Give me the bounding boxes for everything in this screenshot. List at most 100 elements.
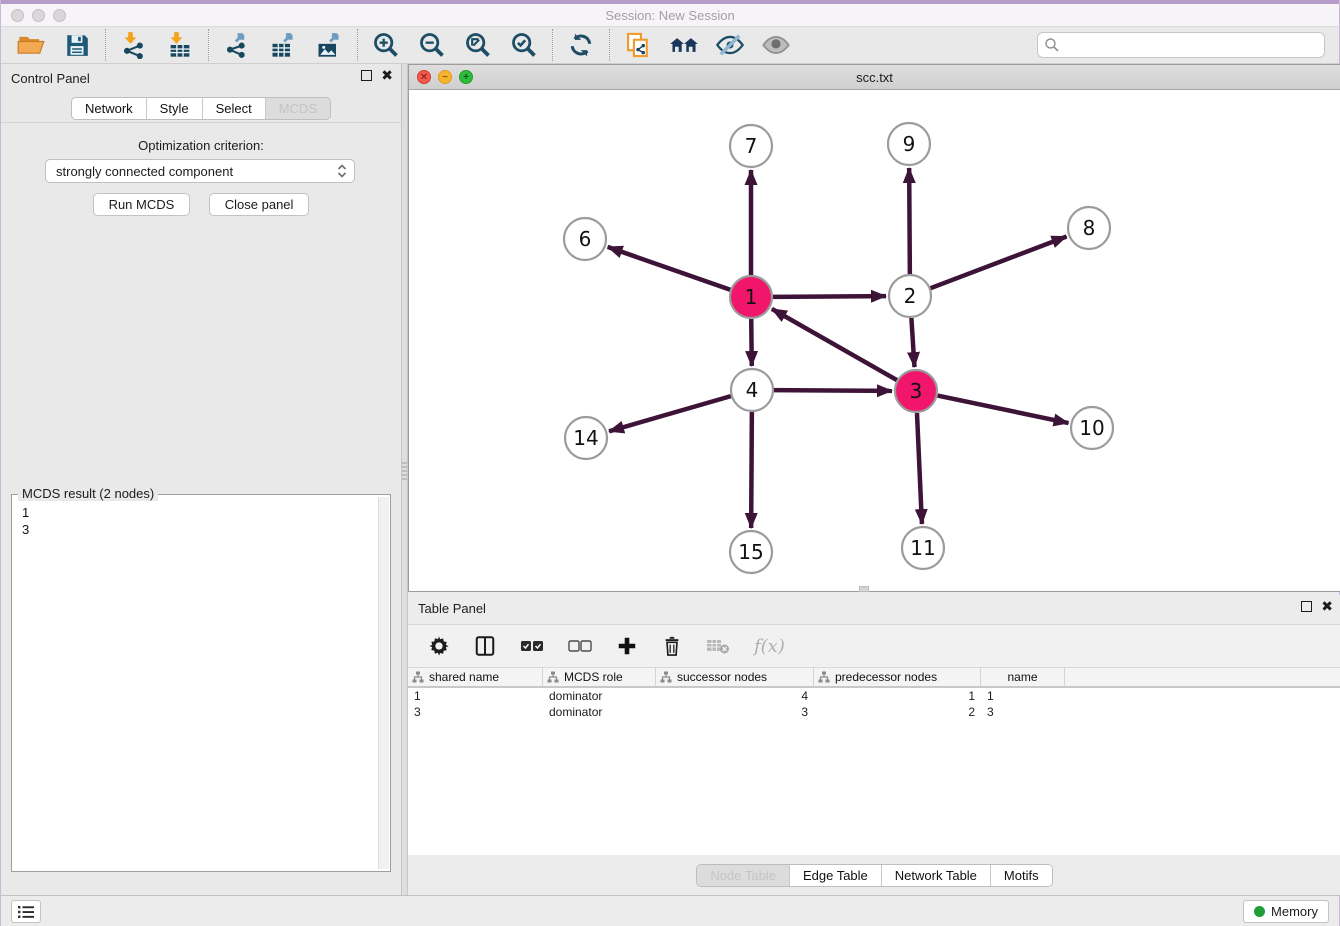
tab-motifs[interactable]: Motifs xyxy=(990,865,1052,886)
task-history-button[interactable] xyxy=(11,900,41,923)
delete-column-button[interactable] xyxy=(662,635,682,657)
zoom-selected-button[interactable] xyxy=(508,29,540,61)
graph-edge[interactable] xyxy=(608,247,731,290)
table-row[interactable]: 1 dominator 4 1 1 xyxy=(408,688,1340,704)
splitter-grip[interactable] xyxy=(402,462,407,480)
open-session-button[interactable] xyxy=(15,29,47,61)
graph-edge[interactable] xyxy=(772,309,897,380)
import-network-button[interactable] xyxy=(118,29,150,61)
float-table-panel-icon[interactable] xyxy=(1301,601,1312,612)
float-panel-icon[interactable] xyxy=(361,70,372,81)
graph-edge[interactable] xyxy=(773,296,886,297)
zoom-out-button[interactable] xyxy=(416,29,448,61)
zoom-fit-button[interactable] xyxy=(462,29,494,61)
graph-edge[interactable] xyxy=(931,237,1067,289)
houses-icon xyxy=(669,31,699,59)
criterion-select[interactable]: strongly connected component xyxy=(45,159,355,183)
graph-edge[interactable] xyxy=(909,168,910,274)
export-table-button[interactable] xyxy=(267,29,299,61)
cell-predecessor-nodes[interactable]: 1 xyxy=(814,688,981,704)
zoom-selected-icon xyxy=(510,31,538,59)
save-session-button[interactable] xyxy=(61,29,93,61)
show-all-button[interactable] xyxy=(760,29,792,61)
column-header-successor-nodes[interactable]: successor nodes xyxy=(656,668,814,686)
panel-splitter[interactable] xyxy=(401,64,408,895)
export-network-button[interactable] xyxy=(221,29,253,61)
cell-predecessor-nodes[interactable]: 2 xyxy=(814,704,981,720)
cell-mcds-role[interactable]: dominator xyxy=(543,688,656,704)
graph-node-7[interactable]: 7 xyxy=(730,125,772,167)
svg-text:2: 2 xyxy=(904,284,917,308)
tab-select[interactable]: Select xyxy=(202,98,265,119)
show-columns-button[interactable] xyxy=(474,635,496,657)
close-table-panel-icon[interactable]: ✖ xyxy=(1321,601,1333,612)
clone-network-icon xyxy=(624,31,652,59)
close-panel-icon[interactable]: ✖ xyxy=(381,70,393,81)
table-settings-button[interactable] xyxy=(428,635,450,657)
close-panel-button[interactable]: Close panel xyxy=(209,193,310,216)
delete-table-button[interactable] xyxy=(706,637,730,655)
function-builder-button[interactable]: f(x) xyxy=(754,636,785,657)
control-panel-title: Control Panel xyxy=(11,71,90,86)
graph-node-11[interactable]: 11 xyxy=(902,527,944,569)
deselect-all-columns-button[interactable] xyxy=(568,638,592,654)
memory-button[interactable]: Memory xyxy=(1243,900,1329,923)
graph-node-10[interactable]: 10 xyxy=(1071,407,1113,449)
run-mcds-button[interactable]: Run MCDS xyxy=(93,193,191,216)
column-header-mcds-role[interactable]: MCDS role xyxy=(543,668,656,686)
graph-node-3[interactable]: 3 xyxy=(895,370,937,412)
canvas-bottom-grip[interactable] xyxy=(859,586,869,592)
export-image-button[interactable] xyxy=(313,29,345,61)
result-scrollbar[interactable] xyxy=(378,497,389,869)
column-header-name[interactable]: name xyxy=(981,668,1065,686)
graph-node-8[interactable]: 8 xyxy=(1068,207,1110,249)
export-image-icon xyxy=(315,31,343,59)
graph-edge[interactable] xyxy=(911,318,914,367)
graph-node-1[interactable]: 1 xyxy=(730,276,772,318)
graph-edge[interactable] xyxy=(751,319,752,366)
graph-edge[interactable] xyxy=(774,390,892,391)
unchecked-checkboxes-icon xyxy=(568,638,592,654)
graph-node-15[interactable]: 15 xyxy=(730,531,772,573)
column-header-shared-name[interactable]: shared name xyxy=(408,668,543,686)
cell-successor-nodes[interactable]: 4 xyxy=(656,688,814,704)
graph-edge[interactable] xyxy=(609,396,731,431)
tab-edge-table[interactable]: Edge Table xyxy=(789,865,881,886)
clone-network-button[interactable] xyxy=(622,29,654,61)
cell-successor-nodes[interactable]: 3 xyxy=(656,704,814,720)
tab-node-table[interactable]: Node Table xyxy=(697,865,789,886)
graph-node-6[interactable]: 6 xyxy=(564,218,606,260)
graph-edge[interactable] xyxy=(751,412,752,528)
cell-shared-name[interactable]: 1 xyxy=(408,688,543,704)
tab-network[interactable]: Network xyxy=(72,98,146,119)
zoom-in-button[interactable] xyxy=(370,29,402,61)
cell-name[interactable]: 3 xyxy=(981,704,1065,720)
table-row[interactable]: 3 dominator 3 2 3 xyxy=(408,704,1340,720)
toolbar-separator xyxy=(552,29,553,61)
hide-selected-button[interactable] xyxy=(714,29,746,61)
mcds-result-list: 1 3 xyxy=(12,498,378,871)
delete-table-icon xyxy=(706,637,730,655)
graph-edge[interactable] xyxy=(917,413,922,524)
tab-mcds[interactable]: MCDS xyxy=(265,98,330,119)
graph-edge[interactable] xyxy=(938,396,1069,424)
graph-node-4[interactable]: 4 xyxy=(731,369,773,411)
import-table-button[interactable] xyxy=(164,29,196,61)
graph-node-9[interactable]: 9 xyxy=(888,123,930,165)
tab-style[interactable]: Style xyxy=(146,98,202,119)
network-canvas[interactable]: 7 9 6 8 1 2 4 3 14 10 15 11 xyxy=(409,90,1340,591)
cell-mcds-role[interactable]: dominator xyxy=(543,704,656,720)
graph-node-2[interactable]: 2 xyxy=(889,275,931,317)
select-all-columns-button[interactable] xyxy=(520,638,544,654)
cell-shared-name[interactable]: 3 xyxy=(408,704,543,720)
search-input[interactable] xyxy=(1037,32,1325,58)
first-neighbors-button[interactable] xyxy=(668,29,700,61)
graph-node-14[interactable]: 14 xyxy=(565,417,607,459)
cell-name[interactable]: 1 xyxy=(981,688,1065,704)
open-folder-icon xyxy=(17,31,45,59)
tab-network-table[interactable]: Network Table xyxy=(881,865,990,886)
refresh-view-button[interactable] xyxy=(565,29,597,61)
app-titlebar: Session: New Session xyxy=(1,4,1339,27)
column-header-predecessor-nodes[interactable]: predecessor nodes xyxy=(814,668,981,686)
add-column-button[interactable] xyxy=(616,635,638,657)
